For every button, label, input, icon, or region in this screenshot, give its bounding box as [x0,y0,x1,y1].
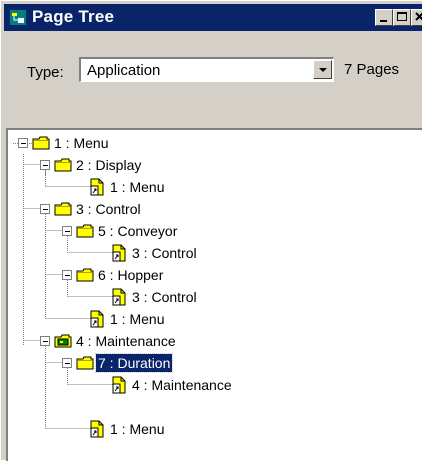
page-link-icon [112,288,126,306]
folder-icon [76,268,94,282]
page-tree-window: Page Tree Type: Application 7 Pages 1: … [0,0,422,461]
tree-node-label: 5 : Conveyor [98,223,178,239]
type-dropdown-button[interactable] [313,60,332,79]
maximize-icon [397,12,407,21]
tree-node-label: 1 : Menu [110,421,165,437]
close-button[interactable] [411,9,422,26]
tree-node-label: 4 : Maintenance [76,333,176,349]
maintenance-folder-icon [54,334,72,348]
chevron-down-icon [319,68,327,72]
tree-node-label: 1 : Menu [110,179,165,195]
minimize-button[interactable] [375,9,393,26]
tree-node-label: 1 : Menu [54,135,109,151]
folder-icon [76,224,94,238]
folder-icon [32,136,50,150]
page-tree-app-icon [10,10,26,25]
type-label: Type: [27,64,64,81]
page-link-icon [90,420,104,438]
tree-node-label: 2 : Display [76,157,142,173]
tree-node-label: 3 : Control [76,201,141,217]
type-select[interactable]: Application [79,57,334,82]
tree-node-label: 3 : Control [132,245,197,261]
tree-node-label: 1 : Menu [110,311,165,327]
minimize-icon [380,20,387,22]
page-link-icon [112,244,126,262]
close-icon [415,12,422,21]
page-link-icon [90,310,104,328]
title-bar[interactable]: Page Tree [4,4,422,31]
page-link-icon [90,178,104,196]
page-tree-view[interactable]: 1 : Menu 2 : Display 1 : Menu 3 : Contro… [6,128,422,461]
maximize-button[interactable] [393,9,411,26]
page-link-icon [112,376,126,394]
tree-node-label: 6 : Hopper [98,267,164,283]
tree-node-label-selected: 7 : Duration [94,353,174,373]
window-title: Page Tree [32,7,115,26]
folder-icon [54,202,72,216]
tree-node-label: 3 : Control [132,289,197,305]
tree-node-label: 4 : Maintenance [132,377,232,393]
folder-icon [54,158,72,172]
expand-collapse-boxes [18,138,72,368]
folder-icon [76,356,94,370]
page-count: 7 Pages [344,61,400,78]
type-select-value: Application [87,62,161,79]
